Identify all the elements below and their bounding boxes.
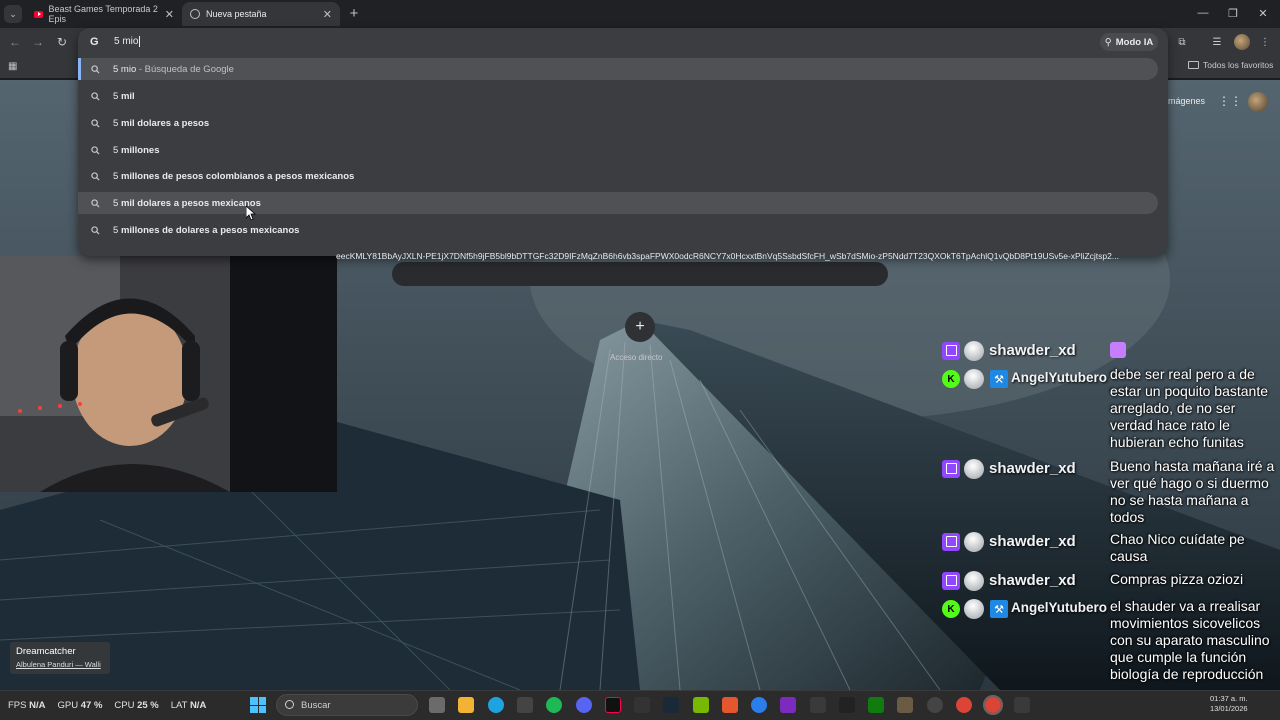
avatar [964,341,984,361]
search-icon [91,118,100,128]
obs-icon[interactable] [927,697,943,713]
google-apps-icon[interactable]: ⋮⋮ [1218,94,1242,108]
sparkle-search-icon: ⚲ [1104,36,1112,48]
moderator-icon: ⚒ [990,370,1008,388]
avatar [964,599,984,619]
system-clock[interactable]: 01:37 a. m. 13/01/2026 [1210,694,1248,714]
now-playing-widget: Dreamcatcher Albulena Panduri — Walli [10,642,110,674]
nvidia-icon[interactable] [693,697,709,713]
avatar [964,459,984,479]
globe-icon [190,9,200,19]
avatar [964,369,984,389]
chrome-icon[interactable] [983,695,1003,715]
selected-indicator [78,58,81,80]
modo-ia-button[interactable]: ⚲ Modo IA [1100,33,1158,51]
tab-youtube[interactable]: Beast Games Temporada 2 Epis ✕ [26,2,182,26]
reading-list-icon[interactable]: ☰ [1210,35,1224,49]
settings-icon[interactable] [517,697,533,713]
suggestion-item[interactable]: 5 mil dolares a pesos mexicanos [78,192,1158,214]
twitch-icon [942,460,960,478]
avatar [964,532,984,552]
app-icon[interactable] [751,697,767,713]
suggestion-item[interactable]: 5 mio - Búsqueda de Google [78,58,1158,80]
amazon-music-icon[interactable] [780,697,796,713]
suggestion-item[interactable]: 5 millones [78,139,1158,161]
twitch-icon [942,342,960,360]
tab-title: Nueva pestaña [206,9,267,19]
discord-icon[interactable] [576,697,592,713]
close-icon[interactable]: ✕ [165,8,174,21]
twitch-icon [942,533,960,551]
folder-icon [1188,61,1199,69]
reload-button[interactable]: ↻ [53,33,71,51]
new-tab-button[interactable]: + [345,4,363,22]
tab-title: Beast Games Temporada 2 Epis [48,4,158,24]
taskbar-search[interactable]: Buscar [276,694,418,716]
task-view-icon[interactable] [429,697,445,713]
tiktok-icon[interactable] [605,697,621,713]
kick-icon: K [942,600,960,618]
search-icon [91,64,100,74]
song-title: Dreamcatcher [16,646,76,657]
app-icon[interactable] [722,697,738,713]
song-artist: Albulena Panduri — Walli [16,660,101,669]
tab-search-button[interactable]: ⌄ [4,5,22,23]
images-link[interactable]: mágenes [1168,96,1205,106]
minimize-button[interactable]: — [1188,4,1218,22]
webcam-overlay [0,256,337,492]
edge-icon[interactable] [488,697,504,713]
maximize-button[interactable]: ❐ [1218,4,1248,22]
search-icon [91,91,100,101]
search-icon [91,225,100,235]
performance-overlay: FPS N/A GPU 47 % CPU 25 % LAT N/A [8,700,207,711]
forward-button[interactable]: → [29,33,47,51]
profile-avatar[interactable] [1234,34,1250,50]
twitch-icon [942,572,960,590]
youtube-icon [34,10,43,18]
extensions-icon[interactable]: ⧉ [1175,35,1189,49]
start-button[interactable] [250,697,266,713]
search-icon [285,700,294,709]
app-icon[interactable] [897,697,913,713]
chrome-icon[interactable] [956,697,972,713]
suggestion-item[interactable]: 5 mil dolares a pesos [78,112,1158,134]
ntp-search-box[interactable] [392,262,888,286]
moderator-icon: ⚒ [990,600,1008,618]
suggestion-item[interactable]: 5 mil [78,85,1158,107]
file-explorer-icon[interactable] [458,697,474,713]
spotify-icon[interactable] [546,697,562,713]
stream-chat: shawder_xd K ⚒ AngelYutubero debe ser re… [940,338,1280,690]
url-suggestion-fragment[interactable]: eecKMLY81BbAyJXLN-PE1jX7DNf5h9jFB5bl9bDT… [336,251,1156,261]
app-icon[interactable] [1014,697,1030,713]
search-icon [91,198,100,208]
menu-icon[interactable]: ⋮ [1258,35,1272,49]
google-g-icon: G [90,36,99,48]
omnibox-text: 5 mio [114,36,139,48]
add-shortcut-button[interactable]: + [625,312,655,342]
account-avatar[interactable] [1248,92,1268,112]
apps-grid-icon[interactable]: ▦ [8,61,17,72]
mouse-cursor-icon [246,206,256,220]
tab-new-tab[interactable]: Nueva pestaña ✕ [182,2,340,26]
kick-icon: K [942,370,960,388]
app-icon[interactable] [634,697,650,713]
xbox-icon[interactable] [868,697,884,713]
steam-icon[interactable] [663,697,679,713]
avatar [964,571,984,591]
suggestion-item[interactable]: 5 millones de dolares a pesos mexicanos [78,219,1158,241]
search-icon [91,145,100,155]
omnibox-input[interactable]: G 5 mio [90,31,141,53]
emote-icon [1110,342,1126,358]
back-button[interactable]: ← [6,33,24,51]
all-favorites-folder[interactable]: Todos los favoritos [1188,60,1273,70]
search-icon [91,171,100,181]
close-window-button[interactable]: ✕ [1248,4,1278,22]
app-icon[interactable] [810,697,826,713]
suggestion-item[interactable]: 5 millones de pesos colombianos a pesos … [78,165,1158,187]
epic-games-icon[interactable] [839,697,855,713]
close-icon[interactable]: ✕ [323,8,332,21]
shortcut-label: Acceso directo [610,353,663,362]
